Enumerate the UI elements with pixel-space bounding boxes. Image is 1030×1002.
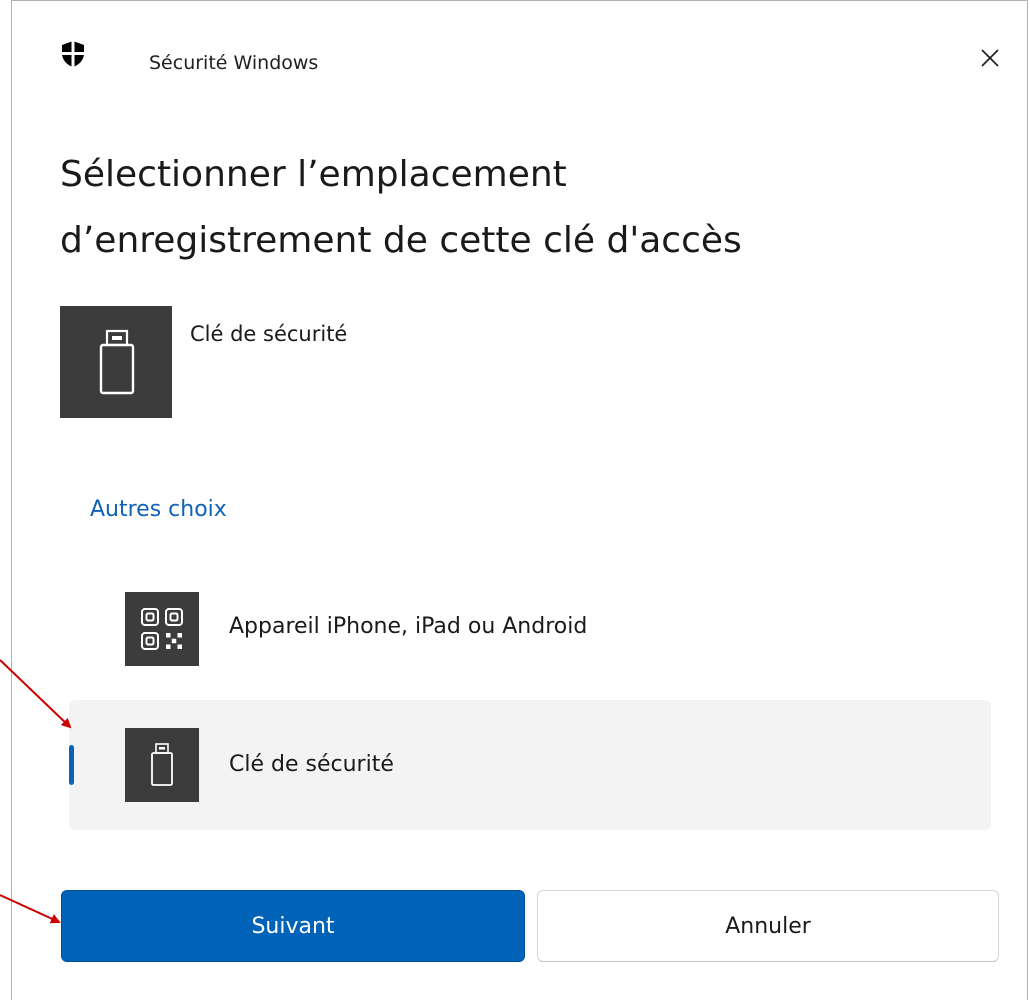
primary-option-label: Clé de sécurité	[190, 322, 348, 346]
choice-tile	[125, 592, 199, 666]
primary-option-security-key[interactable]: Clé de sécurité	[60, 306, 580, 418]
selection-indicator	[69, 745, 74, 785]
page-title-line-1: Sélectionner l’emplacement	[60, 154, 567, 195]
page-title-line-2: d’enregistrement de cette clé d'accès	[60, 220, 742, 261]
next-button[interactable]: Suivant	[61, 890, 525, 962]
choice-label: Clé de sécurité	[229, 752, 394, 777]
shield-icon	[62, 41, 84, 67]
other-choices-link[interactable]: Autres choix	[90, 497, 227, 522]
qr-code-icon	[141, 608, 183, 650]
page-title: Sélectionner l’emplacement d’enregistrem…	[60, 142, 960, 274]
choice-security-key[interactable]: Clé de sécurité	[69, 700, 991, 830]
usb-key-icon	[151, 743, 173, 786]
close-icon[interactable]	[976, 44, 1004, 72]
usb-key-icon	[99, 329, 135, 395]
choice-phone-device[interactable]: Appareil iPhone, iPad ou Android	[69, 564, 991, 694]
choice-label: Appareil iPhone, iPad ou Android	[229, 614, 588, 639]
window-title: Sécurité Windows	[149, 52, 319, 74]
security-dialog: Sécurité Windows Sélectionner l’emplacem…	[0, 0, 1030, 1002]
cancel-button[interactable]: Annuler	[537, 890, 999, 962]
choice-tile	[125, 728, 199, 802]
primary-option-tile	[60, 306, 172, 418]
